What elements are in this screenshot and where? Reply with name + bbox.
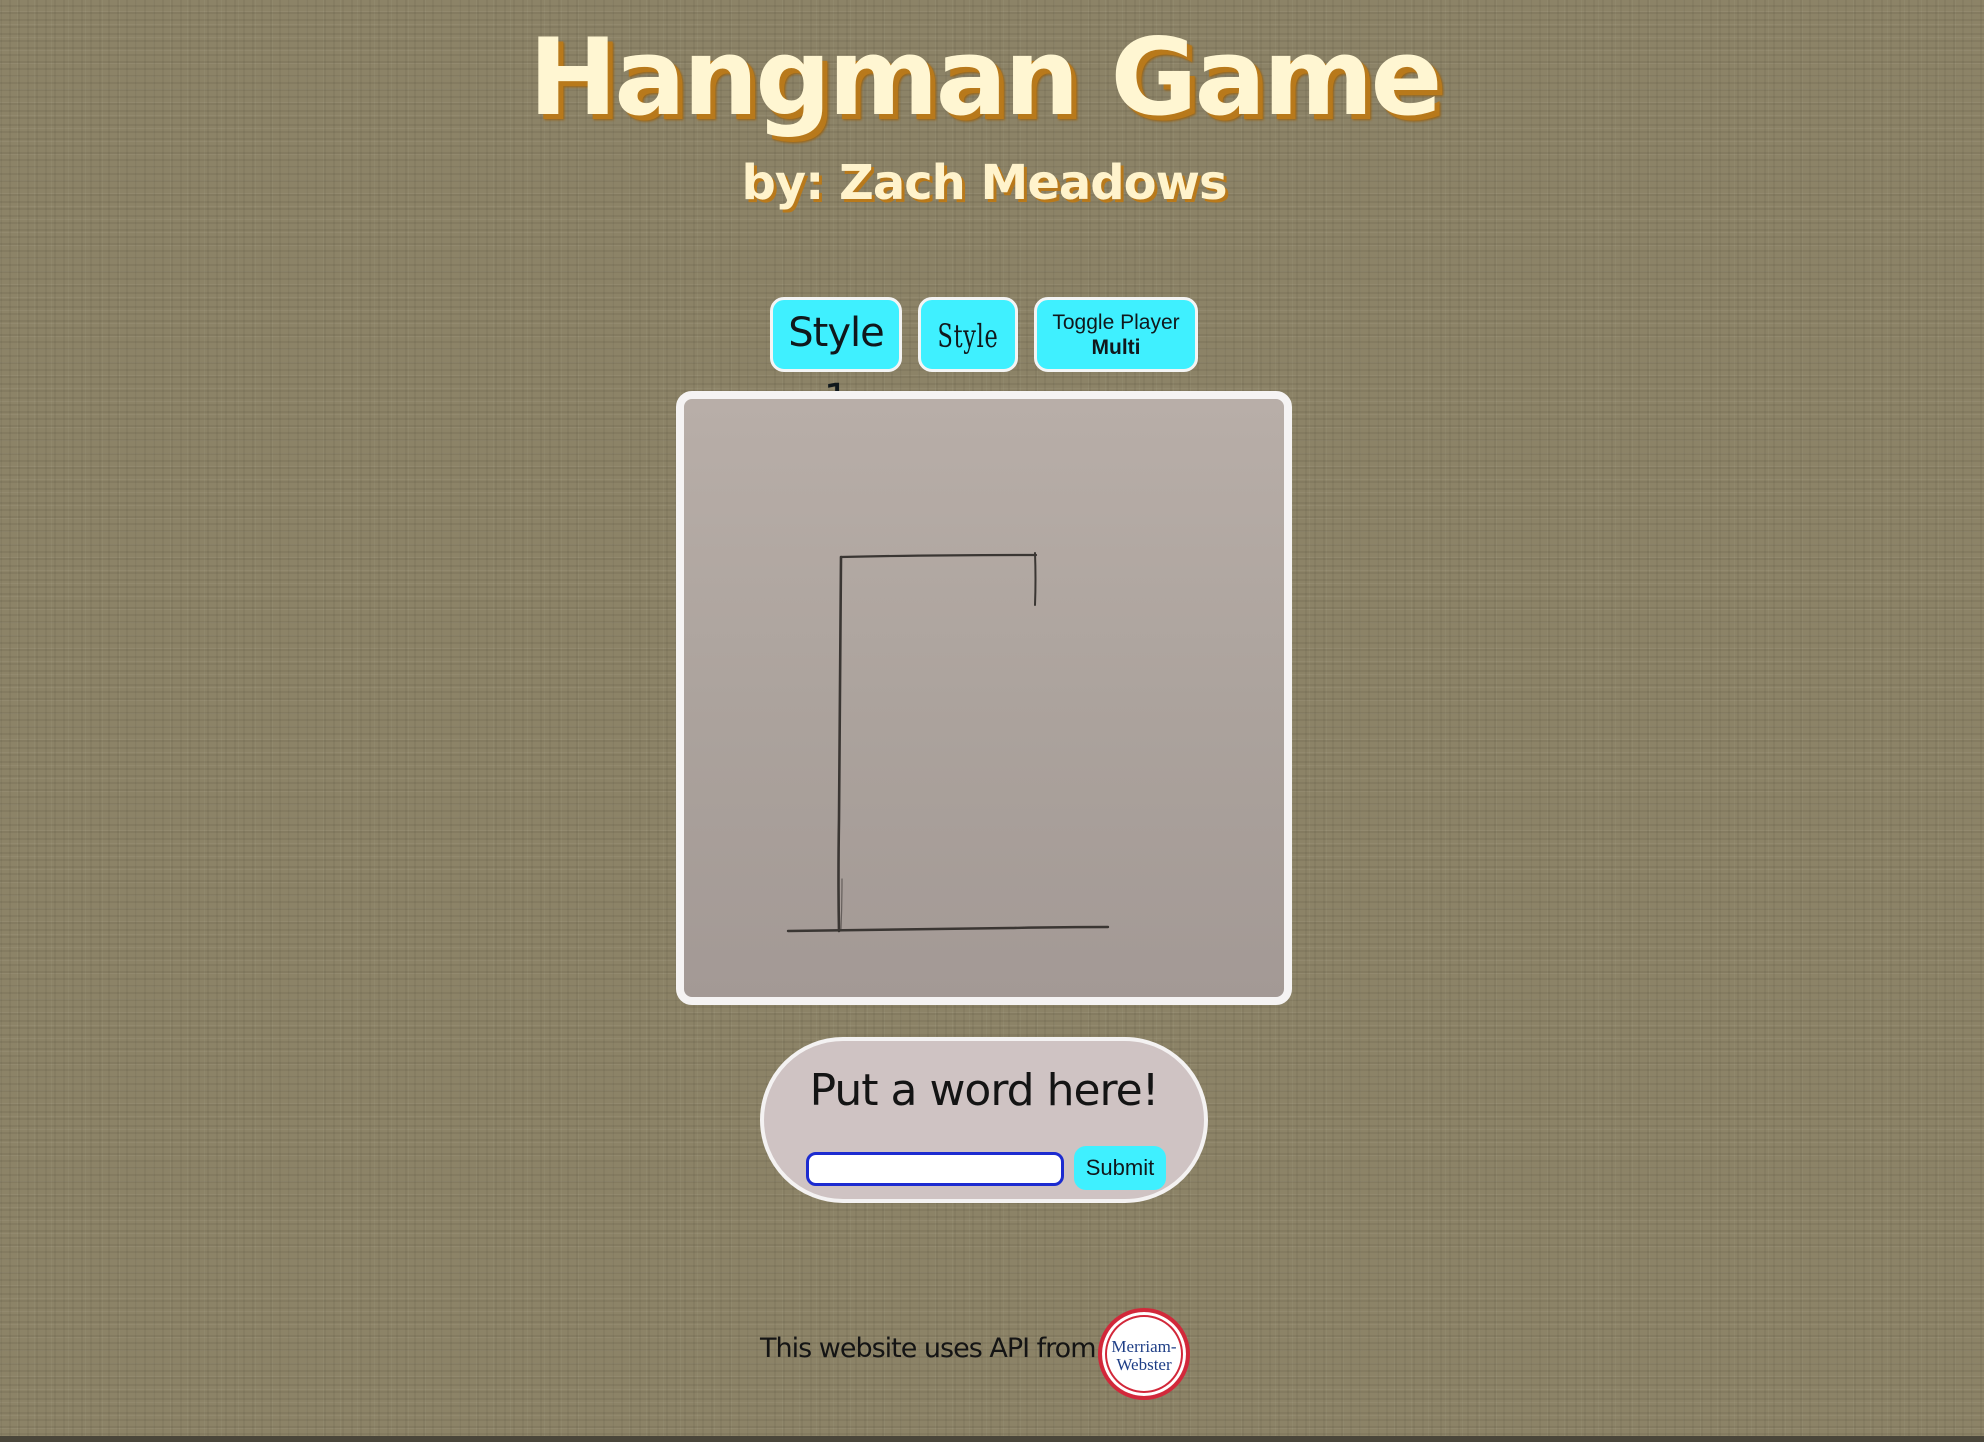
- toggle-player-label: Toggle Player: [1052, 311, 1180, 334]
- logo-line-2: Webster: [1116, 1355, 1172, 1374]
- style-1-button[interactable]: Style 1: [770, 297, 902, 422]
- page-title: Hangman Game: [528, 16, 1443, 139]
- gallows-beam: [839, 553, 1038, 559]
- word-input[interactable]: [806, 1152, 1064, 1186]
- page-bottom-edge: [0, 1436, 1984, 1442]
- gallows-base: [786, 925, 1110, 933]
- logo-line-1: Merriam-: [1111, 1337, 1177, 1356]
- hangman-drawing-area: [676, 391, 1292, 1005]
- gallows-pole: [837, 555, 843, 933]
- toggle-player-button[interactable]: Toggle Player Multi: [1034, 297, 1198, 372]
- player-mode-value: Multi: [1091, 336, 1141, 359]
- style-2-button[interactable]: Style 2: [918, 297, 1018, 427]
- gallows-rope: [1034, 552, 1037, 606]
- page-subtitle: by: Zach Meadows: [741, 155, 1227, 211]
- hangman-gallows-drawing: [786, 552, 1110, 933]
- word-entry-panel: Put a word here! Submit: [760, 1037, 1208, 1203]
- word-prompt: Put a word here!: [809, 1065, 1160, 1116]
- submit-button[interactable]: Submit: [1074, 1146, 1166, 1190]
- merriam-webster-logo[interactable]: Merriam- Webster: [1098, 1308, 1190, 1400]
- api-credit-text: This website uses API from: [760, 1333, 1097, 1364]
- gallows-pole-overlap: [840, 878, 843, 930]
